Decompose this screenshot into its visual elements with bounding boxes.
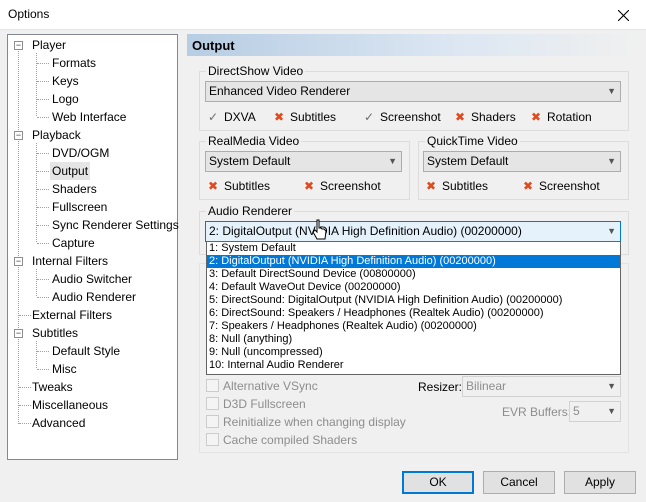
check-icon: ✓ [207, 110, 219, 124]
dropdown-option[interactable]: 8: Null (anything) [207, 333, 620, 346]
tree-item-internal-filters[interactable]: Internal Filters [32, 252, 108, 270]
checkbox-box [206, 415, 219, 428]
tree-item-keys[interactable]: Keys [52, 72, 79, 90]
directshow-renderer-value: Enhanced Video Renderer [209, 84, 351, 98]
check-icon: ✓ [363, 110, 375, 124]
cache-shaders-checkbox[interactable]: Cache compiled Shaders [206, 432, 357, 448]
tree-item-audio-switcher[interactable]: Audio Switcher [52, 270, 132, 288]
audio-renderer-select[interactable]: 2: DigitalOutput (NVIDIA High Definition… [205, 221, 621, 242]
cap-shaders: ✖ Shaders [454, 110, 516, 124]
audio-renderer-dropdown[interactable]: 1: System Default 2: DigitalOutput (NVID… [206, 241, 621, 375]
page-title: Output [192, 38, 235, 53]
dropdown-option[interactable]: 9: Null (uncompressed) [207, 346, 620, 359]
options-tree[interactable]: − Player Formats Keys Logo Web Interface… [7, 34, 179, 460]
tree-item-miscellaneous[interactable]: Miscellaneous [32, 396, 108, 414]
reinit-display-checkbox[interactable]: Reinitialize when changing display [206, 414, 406, 430]
dropdown-option[interactable]: 4: Default WaveOut Device (00200000) [207, 281, 620, 294]
quicktime-cap-screenshot: ✖ Screenshot [522, 179, 600, 193]
dropdown-option[interactable]: 6: DirectSound: Speakers / Headphones (R… [207, 307, 620, 320]
ok-button[interactable]: OK [402, 471, 474, 494]
realmedia-value: System Default [209, 154, 291, 168]
title-bar: Options [0, 0, 646, 30]
close-icon [617, 9, 629, 21]
tree-item-default-style[interactable]: Default Style [52, 342, 120, 360]
tree-item-tweaks[interactable]: Tweaks [32, 378, 73, 396]
cross-icon: ✖ [303, 179, 315, 193]
checkbox-box [206, 397, 219, 410]
evr-buffers-value: 5 [573, 404, 580, 418]
chevron-down-icon: ▼ [607, 86, 616, 96]
tree-item-shaders[interactable]: Shaders [52, 180, 97, 198]
realmedia-cap-screenshot: ✖ Screenshot [303, 179, 381, 193]
quicktime-select[interactable]: System Default ▼ [423, 151, 621, 172]
tree-item-subtitles[interactable]: Subtitles [32, 324, 78, 342]
tree-item-sync-renderer-settings[interactable]: Sync Renderer Settings [52, 216, 179, 234]
audio-renderer-value: 2: DigitalOutput (NVIDIA High Definition… [209, 224, 522, 238]
tree-item-playback[interactable]: Playback [32, 126, 81, 144]
dropdown-option[interactable]: 1: System Default [207, 242, 620, 255]
audio-renderer-legend: Audio Renderer [206, 204, 295, 218]
dropdown-option[interactable]: 2: DigitalOutput (NVIDIA High Definition… [207, 255, 620, 268]
cap-rotation: ✖ Rotation [530, 110, 592, 124]
cross-icon: ✖ [273, 110, 285, 124]
quicktime-legend: QuickTime Video [425, 134, 520, 148]
tree-item-output[interactable]: Output [50, 162, 91, 180]
cross-icon: ✖ [425, 179, 437, 193]
realmedia-cap-subtitles: ✖ Subtitles [207, 179, 271, 193]
chevron-down-icon: ▼ [607, 381, 616, 391]
evr-buffers-select[interactable]: 5 ▼ [569, 401, 621, 422]
chevron-down-icon: ▼ [607, 406, 616, 416]
alt-vsync-checkbox[interactable]: Alternative VSync [206, 378, 318, 394]
cancel-button[interactable]: Cancel [483, 471, 555, 494]
d3d-fullscreen-checkbox[interactable]: D3D Fullscreen [206, 396, 306, 412]
resizer-value: Bilinear [466, 379, 507, 393]
realmedia-select[interactable]: System Default ▼ [205, 151, 402, 172]
dropdown-option[interactable]: 7: Speakers / Headphones (Realtek Audio)… [207, 320, 620, 333]
tree-item-player[interactable]: Player [32, 36, 66, 54]
tree-item-fullscreen[interactable]: Fullscreen [52, 198, 107, 216]
quicktime-value: System Default [427, 154, 509, 168]
tree-item-misc[interactable]: Misc [52, 360, 77, 378]
quicktime-cap-subtitles: ✖ Subtitles [425, 179, 489, 193]
tree-item-external-filters[interactable]: External Filters [32, 306, 112, 324]
tree-item-audio-renderer[interactable]: Audio Renderer [52, 288, 136, 306]
tree-item-web-interface[interactable]: Web Interface [52, 108, 126, 126]
dropdown-option[interactable]: 3: Default DirectSound Device (00800000) [207, 268, 620, 281]
cap-subtitles: ✖ Subtitles [273, 110, 337, 124]
cross-icon: ✖ [207, 179, 219, 193]
checkbox-box [206, 379, 219, 392]
page-header: Output [187, 34, 638, 56]
resizer-label: Resizer: [418, 380, 463, 394]
chevron-down-icon: ▼ [607, 156, 616, 166]
tree-item-dvd-ogm[interactable]: DVD/OGM [52, 144, 109, 162]
expander-icon[interactable]: − [14, 41, 23, 50]
cross-icon: ✖ [530, 110, 542, 124]
dropdown-option[interactable]: 10: Internal Audio Renderer [207, 359, 620, 372]
directshow-renderer-select[interactable]: Enhanced Video Renderer ▼ [205, 81, 621, 102]
tree-item-advanced[interactable]: Advanced [32, 414, 85, 432]
expander-icon[interactable]: − [14, 131, 23, 140]
cross-icon: ✖ [522, 179, 534, 193]
dropdown-option[interactable]: 5: DirectSound: DigitalOutput (NVIDIA Hi… [207, 294, 620, 307]
tree-item-logo[interactable]: Logo [52, 90, 79, 108]
expander-icon[interactable]: − [14, 329, 23, 338]
chevron-down-icon: ▼ [388, 156, 397, 166]
tree-item-capture[interactable]: Capture [52, 234, 95, 252]
mouse-cursor-icon [312, 219, 328, 244]
realmedia-legend: RealMedia Video [206, 134, 302, 148]
resizer-select[interactable]: Bilinear ▼ [462, 376, 621, 397]
close-button[interactable] [600, 0, 646, 30]
checkbox-box [206, 433, 219, 446]
chevron-down-icon: ▼ [607, 226, 616, 236]
directshow-legend: DirectShow Video [206, 64, 306, 78]
cross-icon: ✖ [454, 110, 466, 124]
window-title: Options [8, 7, 50, 21]
tree-item-formats[interactable]: Formats [52, 54, 96, 72]
apply-button[interactable]: Apply [564, 471, 636, 494]
expander-icon[interactable]: − [14, 257, 23, 266]
cap-screenshot: ✓ Screenshot [363, 110, 441, 124]
evr-buffers-label: EVR Buffers: [502, 405, 572, 419]
cap-dxva: ✓ DXVA [207, 110, 256, 124]
